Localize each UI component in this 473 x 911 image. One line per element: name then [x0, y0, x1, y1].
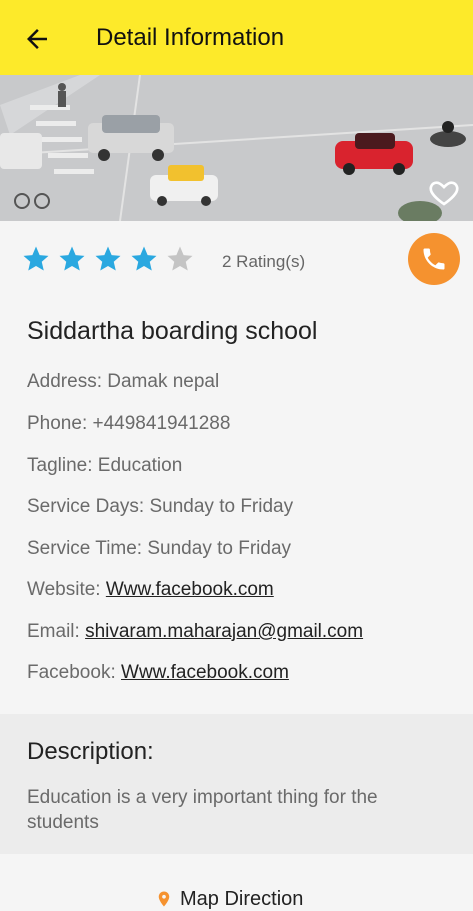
phone-icon	[423, 248, 445, 270]
facebook-label: Facebook:	[27, 662, 116, 683]
app-bar: Detail Information	[0, 0, 473, 75]
call-button[interactable]	[408, 233, 460, 285]
address-row: Address: Damak nepal	[27, 371, 219, 393]
description-text: Education is a very important thing for …	[27, 787, 378, 833]
email-row: Email: shivaram.maharajan@gmail.com	[27, 621, 363, 643]
service-time-label: Service Time:	[27, 538, 143, 559]
listing-photo	[0, 75, 473, 221]
address-value: Damak nepal	[107, 371, 220, 392]
tagline-value: Education	[97, 455, 183, 476]
phone-label: Phone:	[27, 413, 88, 434]
rating-count: 2 Rating(s)	[222, 252, 306, 271]
rating-row: 2 Rating(s)	[0, 238, 473, 288]
heart-outline-icon[interactable]	[428, 176, 460, 208]
star-filled-icon	[23, 246, 49, 271]
star-empty-icon	[167, 246, 193, 271]
service-days-value: Sunday to Friday	[149, 496, 294, 517]
service-days-row: Service Days: Sunday to Friday	[27, 496, 293, 518]
listing-name: Siddartha boarding school	[27, 317, 318, 345]
website-link[interactable]: Www.facebook.com	[106, 579, 274, 600]
email-label: Email:	[27, 621, 80, 642]
phone-row: Phone: +449841941288	[27, 413, 230, 435]
email-link[interactable]: shivaram.maharajan@gmail.com	[85, 621, 363, 642]
service-time-row: Service Time: Sunday to Friday	[27, 538, 291, 560]
address-label: Address:	[27, 371, 102, 392]
service-days-label: Service Days:	[27, 496, 145, 517]
website-row: Website: Www.facebook.com	[27, 579, 274, 601]
star-filled-icon	[95, 246, 121, 271]
facebook-link[interactable]: Www.facebook.com	[121, 662, 289, 683]
page-title: Detail Information	[96, 24, 285, 51]
star-filled-icon	[59, 246, 85, 271]
tagline-label: Tagline:	[27, 455, 93, 476]
location-pin-icon	[158, 891, 170, 907]
street-image	[0, 75, 473, 221]
website-label: Website:	[27, 579, 101, 600]
facebook-row: Facebook: Www.facebook.com	[27, 662, 289, 684]
star-filled-icon	[131, 246, 157, 271]
phone-value[interactable]: +449841941288	[93, 413, 231, 434]
tagline-row: Tagline: Education	[27, 455, 182, 477]
rating-stars	[21, 244, 195, 274]
service-time-value: Sunday to Friday	[147, 538, 292, 559]
arrow-left-icon[interactable]	[22, 24, 52, 54]
description-title: Description:	[27, 738, 154, 765]
